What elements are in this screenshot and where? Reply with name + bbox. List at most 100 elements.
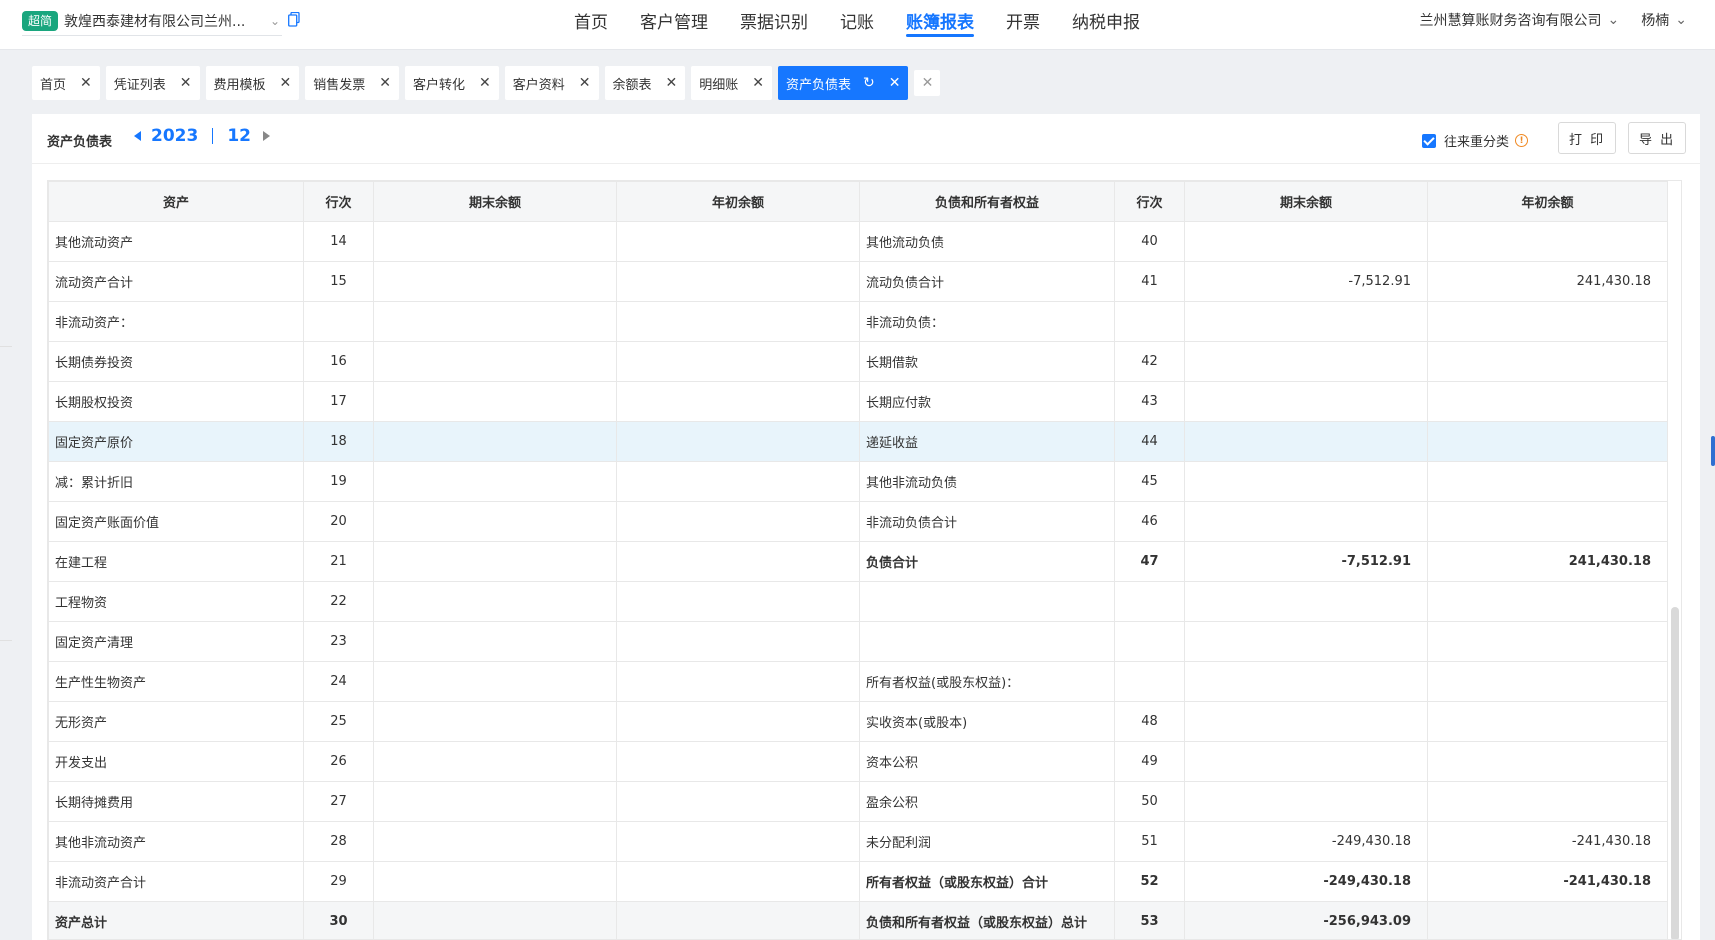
amount-cell[interactable] [1184, 621, 1428, 662]
amount-cell[interactable] [616, 701, 860, 742]
amount-cell[interactable] [373, 381, 617, 422]
close-icon[interactable]: ✕ [180, 75, 192, 91]
amount-cell[interactable] [1427, 621, 1668, 662]
nav-item[interactable]: 首页 [574, 0, 608, 40]
amount-cell[interactable] [373, 581, 617, 622]
amount-cell[interactable] [1427, 421, 1668, 462]
amount-cell[interactable] [373, 341, 617, 382]
amount-cell[interactable] [616, 621, 860, 662]
amount-cell[interactable] [373, 461, 617, 502]
amount-cell[interactable] [616, 301, 860, 342]
amount-cell[interactable] [616, 581, 860, 622]
amount-cell[interactable] [616, 221, 860, 262]
amount-cell[interactable]: -241,430.18 [1427, 861, 1668, 902]
amount-cell[interactable] [1427, 301, 1668, 342]
table-row[interactable]: 长期股权投资 17 长期应付款 43 [48, 381, 1668, 422]
page-tab[interactable]: 销售发票 ✕ [305, 66, 399, 100]
export-button[interactable]: 导 出 [1628, 122, 1687, 154]
amount-cell[interactable]: -7,512.91 [1184, 541, 1428, 582]
amount-cell[interactable] [1184, 661, 1428, 702]
close-icon[interactable]: ✕ [889, 75, 901, 91]
page-tab[interactable]: 余额表 ✕ [604, 66, 686, 100]
amount-cell[interactable] [1427, 221, 1668, 262]
amount-cell[interactable] [1184, 501, 1428, 542]
amount-cell[interactable] [373, 821, 617, 862]
chevron-down-icon[interactable]: ⌄ [1608, 12, 1620, 28]
amount-cell[interactable] [1184, 581, 1428, 622]
amount-cell[interactable] [373, 621, 617, 662]
table-row[interactable]: 长期待摊费用 27 盈余公积 50 [48, 781, 1668, 822]
user-name[interactable]: 杨楠 [1641, 10, 1669, 30]
chevron-down-icon[interactable]: ⌄ [1675, 12, 1687, 28]
amount-cell[interactable]: -241,430.18 [1427, 821, 1668, 862]
amount-cell[interactable]: -7,512.91 [1184, 261, 1428, 302]
table-row[interactable]: 在建工程 21 负债合计 47 -7,512.91 241,430.18 [48, 541, 1668, 582]
amount-cell[interactable] [1427, 501, 1668, 542]
nav-item[interactable]: 票据识别 [740, 0, 808, 40]
table-scrollbar[interactable] [1671, 607, 1679, 939]
close-all-tabs-icon[interactable]: ✕ [914, 70, 941, 96]
amount-cell[interactable] [1427, 381, 1668, 422]
table-row[interactable]: 其他流动资产 14 其他流动负债 40 [48, 221, 1668, 262]
close-icon[interactable]: ✕ [752, 75, 764, 91]
amount-cell[interactable] [1427, 701, 1668, 742]
amount-cell[interactable] [616, 261, 860, 302]
amount-cell[interactable] [616, 741, 860, 782]
table-row[interactable]: 固定资产账面价值 20 非流动负债合计 46 [48, 501, 1668, 542]
next-period-icon[interactable] [263, 131, 270, 141]
table-row[interactable]: 固定资产清理 23 [48, 621, 1668, 662]
amount-cell[interactable] [1184, 421, 1428, 462]
amount-cell[interactable] [616, 541, 860, 582]
amount-cell[interactable] [1427, 341, 1668, 382]
close-icon[interactable]: ✕ [80, 75, 92, 91]
amount-cell[interactable] [616, 661, 860, 702]
amount-cell[interactable] [373, 781, 617, 822]
amount-cell[interactable] [373, 901, 617, 939]
amount-cell[interactable]: -249,430.18 [1184, 821, 1428, 862]
reclass-checkbox[interactable] [1422, 133, 1436, 148]
amount-cell[interactable] [373, 541, 617, 582]
amount-cell[interactable] [616, 861, 860, 902]
amount-cell[interactable]: 241,430.18 [1427, 261, 1668, 302]
amount-cell[interactable] [616, 901, 860, 939]
reclass-option[interactable]: 往来重分类 ! [1422, 131, 1529, 150]
amount-cell[interactable] [373, 861, 617, 902]
amount-cell[interactable] [1184, 381, 1428, 422]
amount-cell[interactable] [1184, 221, 1428, 262]
page-tab[interactable]: 费用模板 ✕ [205, 66, 300, 100]
amount-cell[interactable] [1427, 461, 1668, 502]
page-tab[interactable]: 客户资料 ✕ [504, 66, 599, 100]
amount-cell[interactable] [1427, 581, 1668, 622]
nav-item[interactable]: 纳税申报 [1072, 0, 1140, 40]
close-icon[interactable]: ✕ [666, 75, 678, 91]
print-button[interactable]: 打 印 [1558, 122, 1617, 154]
table-row[interactable]: 长期债券投资 16 长期借款 42 [48, 341, 1668, 382]
table-row[interactable]: 开发支出 26 资本公积 49 [48, 741, 1668, 782]
amount-cell[interactable] [1427, 661, 1668, 702]
amount-cell[interactable] [1184, 341, 1428, 382]
nav-item[interactable]: 客户管理 [640, 0, 708, 40]
nav-item[interactable]: 记账 [840, 0, 874, 40]
amount-cell[interactable] [616, 501, 860, 542]
nav-item[interactable]: 开票 [1006, 0, 1040, 40]
amount-cell[interactable] [373, 661, 617, 702]
amount-cell[interactable] [373, 301, 617, 342]
amount-cell[interactable] [373, 741, 617, 782]
period-year[interactable]: 2023 [151, 126, 198, 146]
amount-cell[interactable] [373, 221, 617, 262]
amount-cell[interactable] [1427, 901, 1668, 939]
table-row[interactable]: 流动资产合计 15 流动负债合计 41 -7,512.91 241,430.18 [48, 261, 1668, 302]
refresh-icon[interactable]: ↻ [863, 75, 875, 91]
amount-cell[interactable]: -256,943.09 [1184, 901, 1428, 939]
amount-cell[interactable] [616, 821, 860, 862]
table-row[interactable]: 非流动资产： 非流动负债： [48, 301, 1668, 342]
amount-cell[interactable] [616, 381, 860, 422]
amount-cell[interactable] [1427, 781, 1668, 822]
amount-cell[interactable] [1184, 461, 1428, 502]
amount-cell[interactable] [616, 421, 860, 462]
table-row[interactable]: 减：累计折旧 19 其他非流动负债 45 [48, 461, 1668, 502]
amount-cell[interactable] [1184, 781, 1428, 822]
info-icon[interactable]: ! [1515, 134, 1529, 147]
close-icon[interactable]: ✕ [280, 75, 292, 91]
table-row[interactable]: 工程物资 22 [48, 581, 1668, 622]
